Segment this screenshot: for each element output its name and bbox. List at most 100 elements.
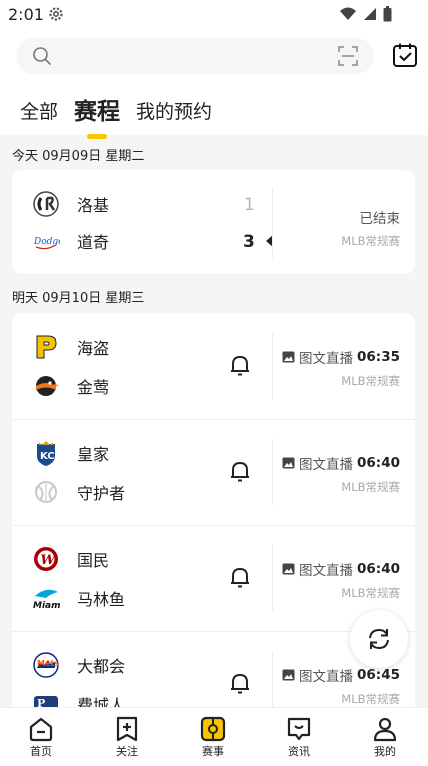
game-status-text: 图文直播: [299, 457, 354, 473]
nav-label: 我的: [374, 745, 396, 758]
signal-icon: [364, 8, 376, 20]
nav-profile[interactable]: 我的: [355, 716, 415, 759]
away-score: 3: [243, 232, 255, 252]
rockies-logo: [33, 191, 59, 217]
team-name: 守护者: [77, 484, 126, 503]
game-row[interactable]: W 国民 Miami 马林鱼 图文直播 06:40 MLB常规赛: [12, 525, 415, 632]
game-row[interactable]: KC 皇家 守护者 图文直播 06:40 MLB常规赛: [12, 419, 415, 526]
league-label: MLB常规赛: [341, 374, 400, 388]
date-header-tomorrow: 明天 09月10日 星期三: [12, 291, 145, 306]
game-info: 图文直播 06:35 MLB常规赛: [282, 347, 400, 389]
bottom-nav: 首页 关注 赛事 资讯 我的: [0, 707, 428, 766]
game-time: 06:40: [357, 455, 400, 471]
team-name: 海盗: [77, 339, 110, 358]
image-icon: [282, 563, 295, 575]
nav-home[interactable]: 首页: [11, 716, 71, 759]
scan-icon[interactable]: [338, 46, 358, 66]
svg-text:Miami: Miami: [33, 601, 60, 611]
team-away: 金莺: [32, 372, 109, 400]
header: 全部 赛程 我的预约: [0, 30, 428, 139]
game-info: 图文直播 06:40 MLB常规赛: [282, 453, 400, 495]
battery-icon: [383, 6, 392, 22]
svg-text:W: W: [41, 553, 57, 568]
refresh-button[interactable]: [350, 610, 408, 668]
team-home: W 国民: [32, 545, 109, 573]
game-card-tomorrow: 海盗 金莺 图文直播 06:35 MLB常规赛 KC 皇家 守护者 图文直播 0…: [12, 313, 415, 733]
tab-schedule-label: 赛程: [74, 99, 121, 125]
tab-my-reservations[interactable]: 我的预约: [136, 98, 212, 126]
game-status-text: 图文直播: [299, 563, 354, 579]
divider: [272, 545, 273, 611]
nav-events[interactable]: 赛事: [183, 716, 243, 759]
bell-icon[interactable]: [228, 353, 252, 377]
royals-logo: KC: [37, 441, 55, 466]
bell-icon[interactable]: [228, 671, 252, 695]
team-name: 金莺: [77, 378, 110, 397]
game-status-text: 图文直播: [299, 669, 354, 685]
team-home: Mets 大都会: [32, 651, 125, 679]
bell-icon[interactable]: [228, 459, 252, 483]
team-name: 皇家: [77, 445, 110, 464]
calendar-check-icon[interactable]: [392, 42, 418, 68]
game-status: 已结束: [341, 207, 401, 227]
divider: [272, 188, 273, 258]
nav-label: 赛事: [202, 745, 224, 758]
game-time: 06:35: [357, 349, 400, 365]
svg-text:KC: KC: [40, 451, 55, 462]
team-away: 守护者: [32, 478, 125, 506]
orioles-logo: [36, 376, 59, 396]
svg-text:Mets: Mets: [37, 659, 59, 668]
pirates-logo: [36, 335, 57, 359]
game-row[interactable]: 洛基 1 Dodgers 道奇 3 已结束 MLB常规赛: [12, 170, 415, 274]
tab-bar: 全部 赛程 我的预约: [20, 86, 212, 139]
team-away: Dodgers 道奇: [32, 227, 109, 255]
nav-label: 资讯: [288, 745, 310, 758]
divider: [272, 439, 273, 505]
game-status-text: 图文直播: [299, 351, 354, 367]
game-row[interactable]: 海盗 金莺 图文直播 06:35 MLB常规赛: [12, 313, 415, 420]
search-input[interactable]: [16, 38, 374, 74]
nav-follow[interactable]: 关注: [97, 716, 157, 759]
news-icon: [287, 717, 311, 741]
nav-news[interactable]: 资讯: [269, 716, 329, 759]
game-status-text: 已结束: [359, 211, 401, 227]
team-away: Miami 马林鱼: [32, 584, 125, 612]
game-info: 已结束 MLB常规赛: [341, 207, 400, 249]
league-label: MLB常规赛: [341, 692, 400, 706]
home-icon: [29, 717, 53, 742]
game-info: 图文直播 06:40 MLB常规赛: [282, 559, 400, 601]
team-name: 国民: [77, 551, 110, 570]
game-status: 图文直播 06:45: [282, 665, 400, 685]
follow-icon: [116, 716, 138, 742]
refresh-icon: [369, 628, 389, 650]
divider: [272, 333, 273, 399]
league-label: MLB常规赛: [341, 234, 400, 248]
dodgers-logo: Dodgers: [33, 237, 60, 250]
game-info: 图文直播 06:45 MLB常规赛: [282, 665, 400, 707]
game-status: 图文直播 06:40: [282, 453, 400, 473]
events-icon: [200, 716, 226, 742]
marlins-logo: Miami: [33, 589, 60, 611]
team-name: 道奇: [77, 233, 110, 252]
tab-schedule[interactable]: 赛程: [74, 98, 121, 139]
status-bar: 2:01: [0, 0, 428, 30]
game-time: 06:40: [357, 561, 400, 577]
team-home: KC 皇家: [32, 439, 109, 467]
game-time: 06:45: [357, 667, 400, 683]
profile-icon: [373, 717, 397, 742]
league-label: MLB常规赛: [341, 480, 400, 494]
image-icon: [282, 669, 295, 681]
game-status: 图文直播 06:40: [282, 559, 400, 579]
nav-label: 首页: [30, 745, 52, 758]
tab-all[interactable]: 全部: [20, 98, 58, 126]
game-card-today[interactable]: 洛基 1 Dodgers 道奇 3 已结束 MLB常规赛: [12, 170, 415, 274]
image-icon: [282, 351, 295, 363]
tab-active-indicator: [87, 134, 108, 139]
bell-icon[interactable]: [228, 565, 252, 589]
wifi-icon: [340, 7, 356, 20]
team-home: 洛基: [32, 190, 109, 218]
gear-icon: [49, 7, 63, 21]
home-score: 1: [244, 195, 255, 215]
image-icon: [282, 457, 295, 469]
status-icons: [339, 6, 392, 22]
